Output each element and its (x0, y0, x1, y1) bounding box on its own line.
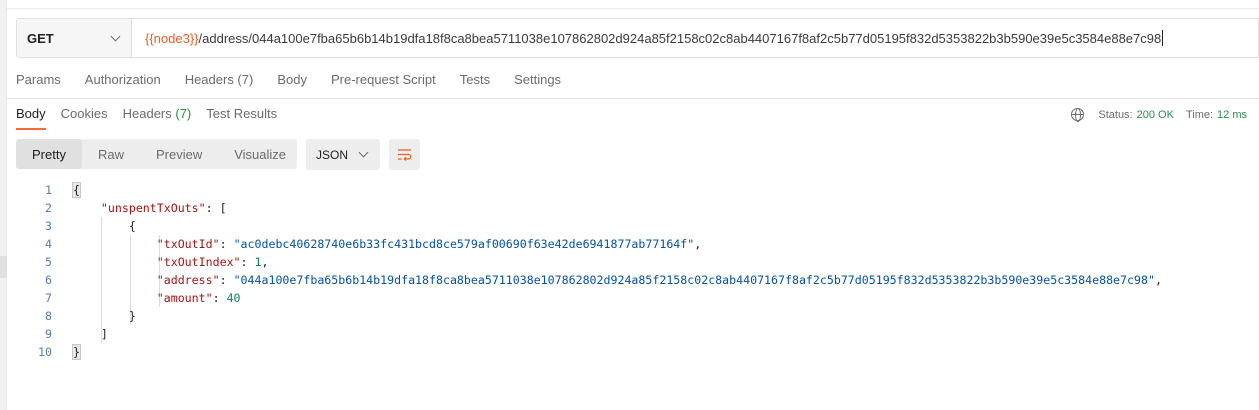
view-mode-group: Pretty Raw Preview Visualize (16, 139, 297, 169)
line-number: 7 (45, 291, 52, 305)
headers-count: (7) (175, 106, 192, 121)
json-key: "address" (156, 273, 220, 287)
json-number: 40 (226, 291, 241, 305)
wrap-lines-button[interactable] (389, 139, 420, 170)
bracket-highlight: } (72, 344, 81, 360)
json-key: "txOutId" (156, 237, 220, 251)
time-label: Time: (1185, 108, 1214, 121)
line-number: 8 (45, 309, 52, 323)
response-tab-headers-label: Headers (122, 106, 172, 121)
text-caret (1162, 30, 1164, 46)
code-line: 10} (16, 343, 1162, 361)
json-string: "044a100e7fba65b6b14b19dfa18f8ca8bea5711… (233, 273, 1155, 287)
request-bar: GET {{node3}}/address/044a100e7fba65b6b1… (16, 18, 1259, 58)
code-line: 4 "txOutId": "ac0debc40628740e6b33fc431b… (16, 235, 1162, 253)
line-number: 10 (38, 345, 52, 359)
tab-settings[interactable]: Settings (514, 72, 561, 87)
response-tab-cookies[interactable]: Cookies (61, 106, 108, 130)
section-divider (7, 98, 1259, 99)
url-variable: {{node3}} (145, 30, 199, 46)
code-line: 8 } (16, 307, 1162, 325)
json-string: "ac0debc40628740e6b33fc431bcd8ce579af006… (233, 237, 695, 251)
method-select[interactable]: GET (17, 19, 132, 57)
line-number: 2 (45, 201, 52, 215)
tab-body[interactable]: Body (277, 72, 307, 87)
view-raw-button[interactable]: Raw (82, 139, 140, 169)
json-key: "txOutIndex" (156, 255, 241, 269)
line-number: 1 (45, 183, 52, 197)
json-key: "amount" (156, 291, 213, 305)
tab-headers[interactable]: Headers (7) (185, 72, 254, 87)
code-line: 2 "unspentTxOuts": [ (16, 199, 1162, 217)
format-label: JSON (316, 147, 349, 162)
request-tabs: Params Authorization Headers (7) Body Pr… (16, 72, 561, 87)
response-status: Status: 200 OK Time: 12 ms (1071, 108, 1247, 122)
code-line: 5 "txOutIndex": 1, (16, 253, 1162, 271)
response-tabs: Body Cookies Headers (7) Test Results (16, 106, 277, 130)
code-line: 9 ] (16, 325, 1162, 343)
code-line: 6 "address": "044a100e7fba65b6b14b19dfa1… (16, 271, 1162, 289)
code-line: 3 { (16, 217, 1162, 235)
line-number: 4 (45, 237, 52, 251)
json-number: 1 (254, 255, 262, 269)
bracket-highlight: { (72, 182, 81, 198)
response-tab-test-results[interactable]: Test Results (206, 106, 277, 130)
format-select[interactable]: JSON (306, 139, 380, 170)
chevron-down-icon (358, 147, 369, 158)
globe-icon[interactable] (1071, 108, 1085, 122)
response-tab-body[interactable]: Body (16, 106, 46, 130)
view-visualize-button[interactable]: Visualize (218, 139, 302, 169)
top-divider (7, 8, 1259, 9)
view-pretty-button[interactable]: Pretty (16, 139, 82, 169)
code-line: 7 "amount": 40 (16, 289, 1162, 307)
view-preview-button[interactable]: Preview (140, 139, 218, 169)
time-value[interactable]: 12 ms (1217, 109, 1247, 121)
response-body-code[interactable]: 1{ 2 "unspentTxOuts": [ 3 { 4 "txOutId":… (16, 181, 1162, 361)
tab-pre-request-script[interactable]: Pre-request Script (331, 72, 436, 87)
wrap-lines-icon (398, 149, 412, 161)
status-value[interactable]: 200 OK (1137, 109, 1174, 121)
line-number: 9 (45, 327, 52, 341)
line-number: 6 (45, 273, 52, 287)
line-number: 5 (45, 255, 52, 269)
json-key: "unspentTxOuts" (100, 201, 206, 215)
method-label: GET (27, 30, 54, 46)
tab-params[interactable]: Params (16, 72, 61, 87)
url-path: /address/044a100e7fba65b6b14b19dfa18f8ca… (198, 30, 1162, 46)
line-number: 3 (45, 219, 52, 233)
response-tab-headers[interactable]: Headers (7) (123, 106, 192, 130)
status-label: Status: (1098, 108, 1133, 121)
tab-authorization[interactable]: Authorization (85, 72, 161, 87)
tab-tests[interactable]: Tests (460, 72, 490, 87)
sidebar-handle[interactable] (0, 256, 7, 278)
left-sidebar-edge (0, 0, 7, 410)
chevron-down-icon (110, 31, 121, 41)
code-line: 1{ (16, 181, 1162, 199)
url-input[interactable]: {{node3}}/address/044a100e7fba65b6b14b19… (132, 19, 1258, 57)
